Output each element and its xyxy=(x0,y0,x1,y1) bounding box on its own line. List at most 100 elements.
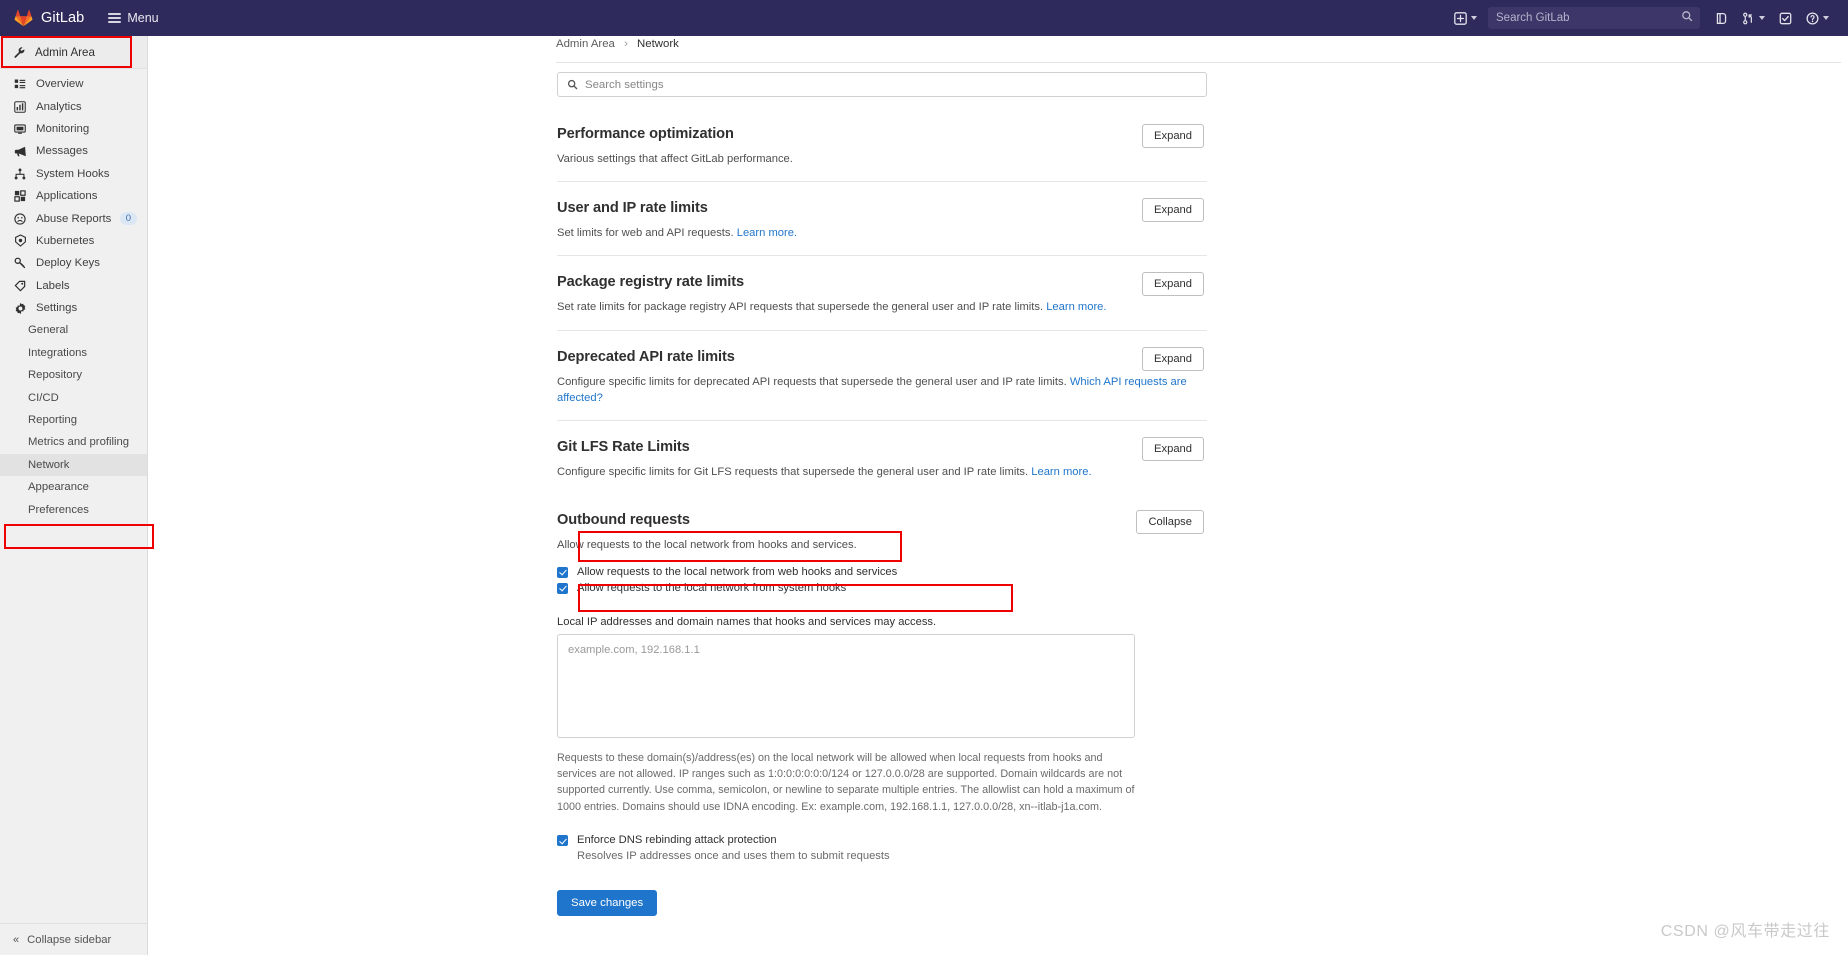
outbound-collapse-button[interactable]: Collapse xyxy=(1136,510,1204,535)
sidebar-item-general[interactable]: General xyxy=(0,319,147,341)
deprecated-api-rate-limits-desc: Configure specific limits for deprecated… xyxy=(557,375,1187,404)
navbar-right-group xyxy=(1447,0,1848,36)
sidebar-item-label: Applications xyxy=(36,190,98,203)
enforce-dns-sublabel: Resolves IP addresses once and uses them… xyxy=(577,850,890,863)
sidebar-subitem-label: Reporting xyxy=(28,414,77,427)
sidebar-item-kubernetes[interactable]: Kubernetes xyxy=(0,230,147,252)
sidebar-item-label: Kubernetes xyxy=(36,234,95,247)
breadcrumb: Admin Area › Network xyxy=(556,38,679,50)
sidebar-item-label: Analytics xyxy=(36,100,82,113)
breadcrumb-root[interactable]: Admin Area xyxy=(556,38,615,50)
save-changes-button[interactable]: Save changes xyxy=(557,890,658,917)
sidebar-item-messages[interactable]: Messages xyxy=(0,140,147,162)
sidebar-item-reporting[interactable]: Reporting xyxy=(0,409,147,431)
section-git-lfs-rate-limits: Git LFS Rate Limits Configure specific li… xyxy=(557,420,1207,494)
collapse-sidebar-button[interactable]: « Collapse sidebar xyxy=(0,923,147,955)
sidebar-settings-sublist: General Integrations Repository CI/CD Report… xyxy=(0,319,147,521)
section-package-registry-rate-limits: Package registry rate limits Set rate lim… xyxy=(557,255,1207,329)
merge-request-icon xyxy=(1743,12,1753,24)
sidebar-item-deploy-keys[interactable]: Deploy Keys xyxy=(0,252,147,274)
overview-list-icon xyxy=(13,78,27,90)
help-dropdown[interactable] xyxy=(1799,0,1836,36)
allowlist-help-text: Requests to these domain(s)/address(es) … xyxy=(557,751,1135,813)
sidebar-item-metrics-and-profiling[interactable]: Metrics and profiling xyxy=(0,431,147,453)
todos-button[interactable] xyxy=(1772,0,1799,36)
sidebar-item-ci-cd[interactable]: CI/CD xyxy=(0,386,147,408)
double-chevron-left-icon: « xyxy=(13,933,20,946)
allow-system-hooks-checkbox[interactable] xyxy=(557,582,568,594)
allow-webhooks-checkbox[interactable] xyxy=(557,566,568,578)
sidebar-item-abuse-reports[interactable]: Abuse Reports 0 xyxy=(0,207,147,229)
git-lfs-rate-limits-desc: Configure specific limits for Git LFS re… xyxy=(557,466,1092,479)
sidebar-item-preferences[interactable]: Preferences xyxy=(0,498,147,520)
sidebar-item-appearance[interactable]: Appearance xyxy=(0,476,147,498)
allowlist-textarea[interactable] xyxy=(557,633,1135,738)
enforce-dns-checkbox[interactable] xyxy=(557,835,568,847)
apps-grid-icon xyxy=(13,190,27,202)
section-outbound-requests: Outbound requests Allow requests to the … xyxy=(557,494,1207,930)
kubernetes-icon xyxy=(13,234,27,248)
user-and-ip-rate-limits-expand-button[interactable]: Expand xyxy=(1142,198,1204,223)
package-registry-rate-limits-expand-button[interactable]: Expand xyxy=(1142,272,1204,297)
performance-optimization-title: Performance optimization xyxy=(557,126,734,142)
sidebar-item-applications[interactable]: Applications xyxy=(0,185,147,207)
search-icon xyxy=(567,79,578,90)
sidebar-item-overview[interactable]: Overview xyxy=(0,73,147,95)
main-menu-button[interactable]: Menu xyxy=(108,10,159,25)
git-lfs-rate-limits-title: Git LFS Rate Limits xyxy=(557,439,690,456)
git-lfs-rate-limits-expand-button[interactable]: Expand xyxy=(1142,437,1204,462)
settings-search-input[interactable] xyxy=(578,78,1206,91)
sidebar-item-monitoring[interactable]: Monitoring xyxy=(0,118,147,140)
sidebar-subitem-label: Preferences xyxy=(28,503,89,516)
watermark: CSDN @风车带走过往 xyxy=(1660,923,1830,940)
sidebar-item-network[interactable]: Network xyxy=(0,453,147,477)
deprecated-api-rate-limits-learn-more-link[interactable]: Which API requests are affected? xyxy=(557,376,1187,404)
user-and-ip-rate-limits-desc: Set limits for web and API requests. Lea… xyxy=(557,227,798,240)
chevron-down-icon xyxy=(1471,16,1477,20)
gitlab-logo-link[interactable]: GitLab xyxy=(14,9,84,27)
key-icon xyxy=(13,257,27,269)
merge-requests-dropdown[interactable] xyxy=(1735,0,1772,36)
collapsed-sections-group: Performance optimization Various settings… xyxy=(557,108,1207,494)
global-search-input[interactable] xyxy=(1488,12,1681,24)
section-performance-optimization: Performance optimization Various settings… xyxy=(557,108,1207,181)
sidebar-subitem-label: Integrations xyxy=(28,346,88,359)
package-registry-rate-limits-learn-more-link[interactable]: Learn more. xyxy=(1046,301,1106,313)
collapse-sidebar-label: Collapse sidebar xyxy=(27,933,112,946)
sidebar-item-integrations[interactable]: Integrations xyxy=(0,342,147,364)
sidebar-item-labels[interactable]: Labels xyxy=(0,275,147,297)
user-and-ip-rate-limits-learn-more-link[interactable]: Learn more. xyxy=(737,227,797,239)
sidebar-item-settings[interactable]: Settings xyxy=(0,297,147,319)
abuse-face-icon xyxy=(13,212,27,225)
main-menu-label: Menu xyxy=(127,11,159,25)
sidebar-item-admin-area[interactable]: Admin Area xyxy=(0,36,147,69)
breadcrumb-separator-icon: › xyxy=(624,38,628,50)
sidebar-admin-area-label: Admin Area xyxy=(35,45,95,59)
chevron-down-icon xyxy=(1823,16,1829,20)
performance-optimization-expand-button[interactable]: Expand xyxy=(1142,124,1204,148)
package-registry-rate-limits-title: Package registry rate limits xyxy=(557,274,745,291)
outbound-requests-title: Outbound requests xyxy=(557,512,690,529)
settings-search[interactable] xyxy=(557,72,1207,97)
global-search[interactable] xyxy=(1488,7,1700,29)
sidebar-item-label: Labels xyxy=(36,279,70,292)
search-icon xyxy=(1681,9,1693,27)
settings-sections: Performance optimization Various settings… xyxy=(557,108,1207,930)
section-user-and-ip-rate-limits: User and IP rate limits Set limits for we… xyxy=(557,181,1207,255)
abuse-reports-badge: 0 xyxy=(119,212,137,226)
sidebar-item-label: Settings xyxy=(36,302,78,315)
sidebar-item-system-hooks[interactable]: System Hooks xyxy=(0,163,147,185)
deprecated-api-rate-limits-expand-button[interactable]: Expand xyxy=(1142,346,1204,371)
sidebar-item-label: System Hooks xyxy=(36,167,110,180)
sidebar-item-repository[interactable]: Repository xyxy=(0,364,147,386)
new-item-dropdown[interactable] xyxy=(1447,0,1484,36)
wrench-icon xyxy=(14,46,25,58)
checkbox-row-system-hooks: Allow requests to the local network from… xyxy=(557,581,1207,596)
issues-button[interactable] xyxy=(1708,0,1735,36)
checkbox-row-dns: Enforce DNS rebinding attack protection xyxy=(557,833,1207,848)
help-circle-icon xyxy=(1806,11,1819,25)
sidebar-item-analytics[interactable]: Analytics xyxy=(0,95,147,117)
section-deprecated-api-rate-limits: Deprecated API rate limits Configure spec… xyxy=(557,329,1207,420)
issues-icon xyxy=(1716,12,1727,24)
git-lfs-rate-limits-learn-more-link[interactable]: Learn more. xyxy=(1031,466,1091,478)
